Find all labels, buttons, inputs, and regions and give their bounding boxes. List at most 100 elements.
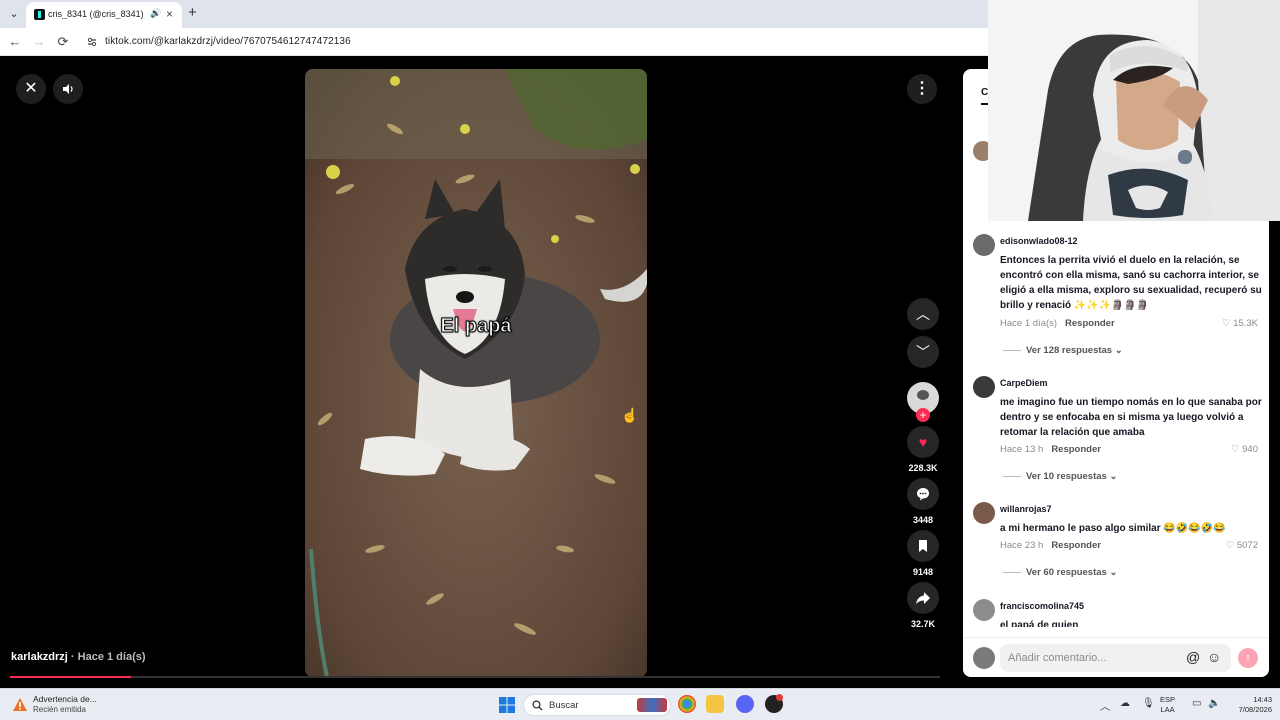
network-icon[interactable]: ▭ (1192, 698, 1201, 709)
screen: ⌄ cris_8341 (@cris_8341) | TikTok 🔊 × + … (0, 0, 1280, 720)
cloud-sync-icon[interactable]: ☁ (1120, 698, 1130, 709)
comment-meta: Hace 13 h Responder (1000, 444, 1101, 455)
view-replies-button[interactable]: Ver 60 respuestas ⌄ (1003, 567, 1117, 578)
reply-button[interactable]: Responder (1051, 540, 1101, 551)
site-info-icon[interactable] (86, 36, 98, 48)
comment-avatar[interactable] (973, 599, 995, 621)
comment-like-button[interactable]: ♡ 940 (1231, 444, 1258, 455)
mouse-cursor-icon: ☝ (621, 407, 639, 423)
mention-at-icon[interactable]: @ (1186, 649, 1200, 665)
forward-arrow-icon[interactable]: → (30, 33, 48, 51)
emoji-icon[interactable]: ☺ (1207, 649, 1221, 665)
microphone-icon[interactable]: 🎙 (1142, 698, 1155, 709)
windows-start-icon[interactable] (499, 697, 515, 713)
post-time: · Hace 1 día(s) (67, 651, 146, 663)
comment-username[interactable]: CarpeDiem (1000, 378, 1048, 388)
chevron-down-icon[interactable]: ﹀ (907, 336, 939, 368)
tab-title: cris_8341 (@cris_8341) | TikTok (48, 9, 144, 19)
warning-triangle-icon[interactable] (12, 697, 28, 712)
comment-text: el papá de quien (1000, 620, 1079, 627)
share-arrow-icon[interactable] (907, 582, 939, 614)
discord-icon[interactable] (736, 695, 754, 713)
heart-outline-icon[interactable]: ♡ (1222, 318, 1231, 329)
view-replies-button[interactable]: Ver 10 respuestas ⌄ (1003, 471, 1117, 482)
chevron-up-icon[interactable]: ︿ (907, 298, 939, 330)
more-options-icon[interactable]: ⋮ (907, 74, 937, 104)
clock-time: 14:43 (1253, 695, 1272, 704)
webcam-overlay (988, 0, 1280, 221)
comment-like-count: 940 (1242, 444, 1258, 455)
comment-like-count: 5072 (1236, 540, 1258, 551)
share-count: 32.7K (910, 619, 936, 629)
comment-username[interactable]: franciscomolina745 (1000, 601, 1084, 611)
new-tab-plus-icon[interactable]: + (188, 4, 197, 21)
clock[interactable]: 14:43 7/08/2026 (1228, 695, 1272, 715)
tab-close-icon[interactable]: × (166, 7, 173, 21)
search-label: Buscar (549, 700, 579, 711)
husky-video-frame (305, 69, 647, 677)
comment-avatar[interactable] (973, 234, 995, 256)
chrome-icon[interactable] (678, 695, 696, 713)
heart-outline-icon[interactable]: ♡ (1231, 444, 1240, 455)
input-language[interactable]: ESP LAA (1160, 695, 1175, 715)
reload-icon[interactable]: ⟳ (54, 33, 72, 51)
heart-icon[interactable]: ♥ (907, 426, 939, 458)
heart-outline-icon[interactable]: ♡ (1226, 540, 1235, 551)
back-arrow-icon[interactable]: ← (6, 33, 24, 51)
address-bar-url[interactable]: tiktok.com/@karlakzdrzj/video/7670754612… (105, 36, 351, 47)
follow-plus-icon[interactable]: + (916, 408, 930, 422)
previous-video-button[interactable]: ︿ (903, 298, 943, 330)
tray-overflow-chevron-icon[interactable]: ︿ (1100, 698, 1110, 713)
volume-icon[interactable] (53, 74, 83, 104)
video-player[interactable]: El papá (305, 69, 647, 677)
comment-username[interactable]: willanrojas7 (1000, 504, 1052, 514)
tab-list-chevron-icon[interactable]: ⌄ (6, 6, 22, 22)
file-explorer-icon[interactable] (706, 695, 724, 713)
comment-like-count: 15.3K (1233, 318, 1258, 329)
windows-taskbar: Advertencia de... Recién emitida Buscar … (0, 688, 1280, 720)
comment-bubble-icon[interactable] (907, 478, 939, 510)
comment-like-button[interactable]: ♡ 5072 (1226, 540, 1258, 551)
comment-input-bar: @ ☺ ↑ (963, 637, 1269, 677)
video-progress-bar[interactable] (10, 676, 940, 678)
video-author-bar: karlakzdrzj · Hace 1 día(s) (11, 651, 146, 663)
comment-text: Entonces la perrita vivió el duelo en la… (1000, 255, 1262, 311)
author-avatar-button[interactable]: + (903, 382, 943, 422)
send-arrow-icon[interactable]: ↑ (1238, 648, 1258, 668)
comment-item: franciscomolina745 el papá de quien (963, 599, 1269, 627)
browser-tab-active[interactable]: cris_8341 (@cris_8341) | TikTok 🔊 × (26, 2, 182, 28)
save-count: 9148 (912, 567, 934, 577)
notification-subtitle: Recién emitida (33, 705, 86, 714)
speaker-icon[interactable]: 🔈 (1208, 698, 1220, 709)
notification-title[interactable]: Advertencia de... (33, 694, 97, 704)
bookmark-icon[interactable] (907, 530, 939, 562)
reply-button[interactable]: Responder (1065, 318, 1115, 329)
comment-time: Hace 13 h (1000, 444, 1044, 455)
share-action[interactable]: 32.7K (903, 582, 943, 629)
clock-date: 7/08/2026 (1238, 705, 1272, 714)
language-code: ESP (1160, 695, 1176, 704)
taskbar-search-box[interactable]: Buscar (523, 694, 671, 716)
save-action[interactable]: 9148 (903, 530, 943, 577)
video-progress-fill (10, 676, 131, 678)
comment-time: Hace 23 h (1000, 540, 1044, 551)
reply-button[interactable]: Responder (1051, 444, 1101, 455)
comment-action[interactable]: 3448 (903, 478, 943, 525)
tiktok-favicon-icon (34, 9, 45, 20)
comment-avatar[interactable] (973, 376, 995, 398)
comment-username[interactable]: edisonwlado08-12 (1000, 236, 1078, 246)
next-video-button[interactable]: ﹀ (903, 336, 943, 368)
close-video-icon[interactable]: ✕ (16, 74, 46, 104)
tab-audio-icon[interactable]: 🔊 (150, 8, 161, 19)
search-highlight-icon (637, 698, 667, 712)
comment-text: a mi hermano le paso algo similar 😂🤣😂🤣😂 (1000, 523, 1226, 534)
notification-dot-icon (776, 694, 783, 701)
author-avatar[interactable]: + (907, 382, 939, 422)
comment-like-button[interactable]: ♡ 15.3K (1222, 318, 1258, 329)
view-replies-button[interactable]: Ver 128 respuestas ⌄ (1003, 345, 1123, 356)
like-action[interactable]: ♥ 228.3K (903, 426, 943, 473)
comment-avatar[interactable] (973, 502, 995, 524)
like-count: 228.3K (908, 463, 938, 473)
comment-meta: Hace 23 h Responder (1000, 540, 1101, 551)
author-username[interactable]: karlakzdrzj (11, 651, 68, 663)
